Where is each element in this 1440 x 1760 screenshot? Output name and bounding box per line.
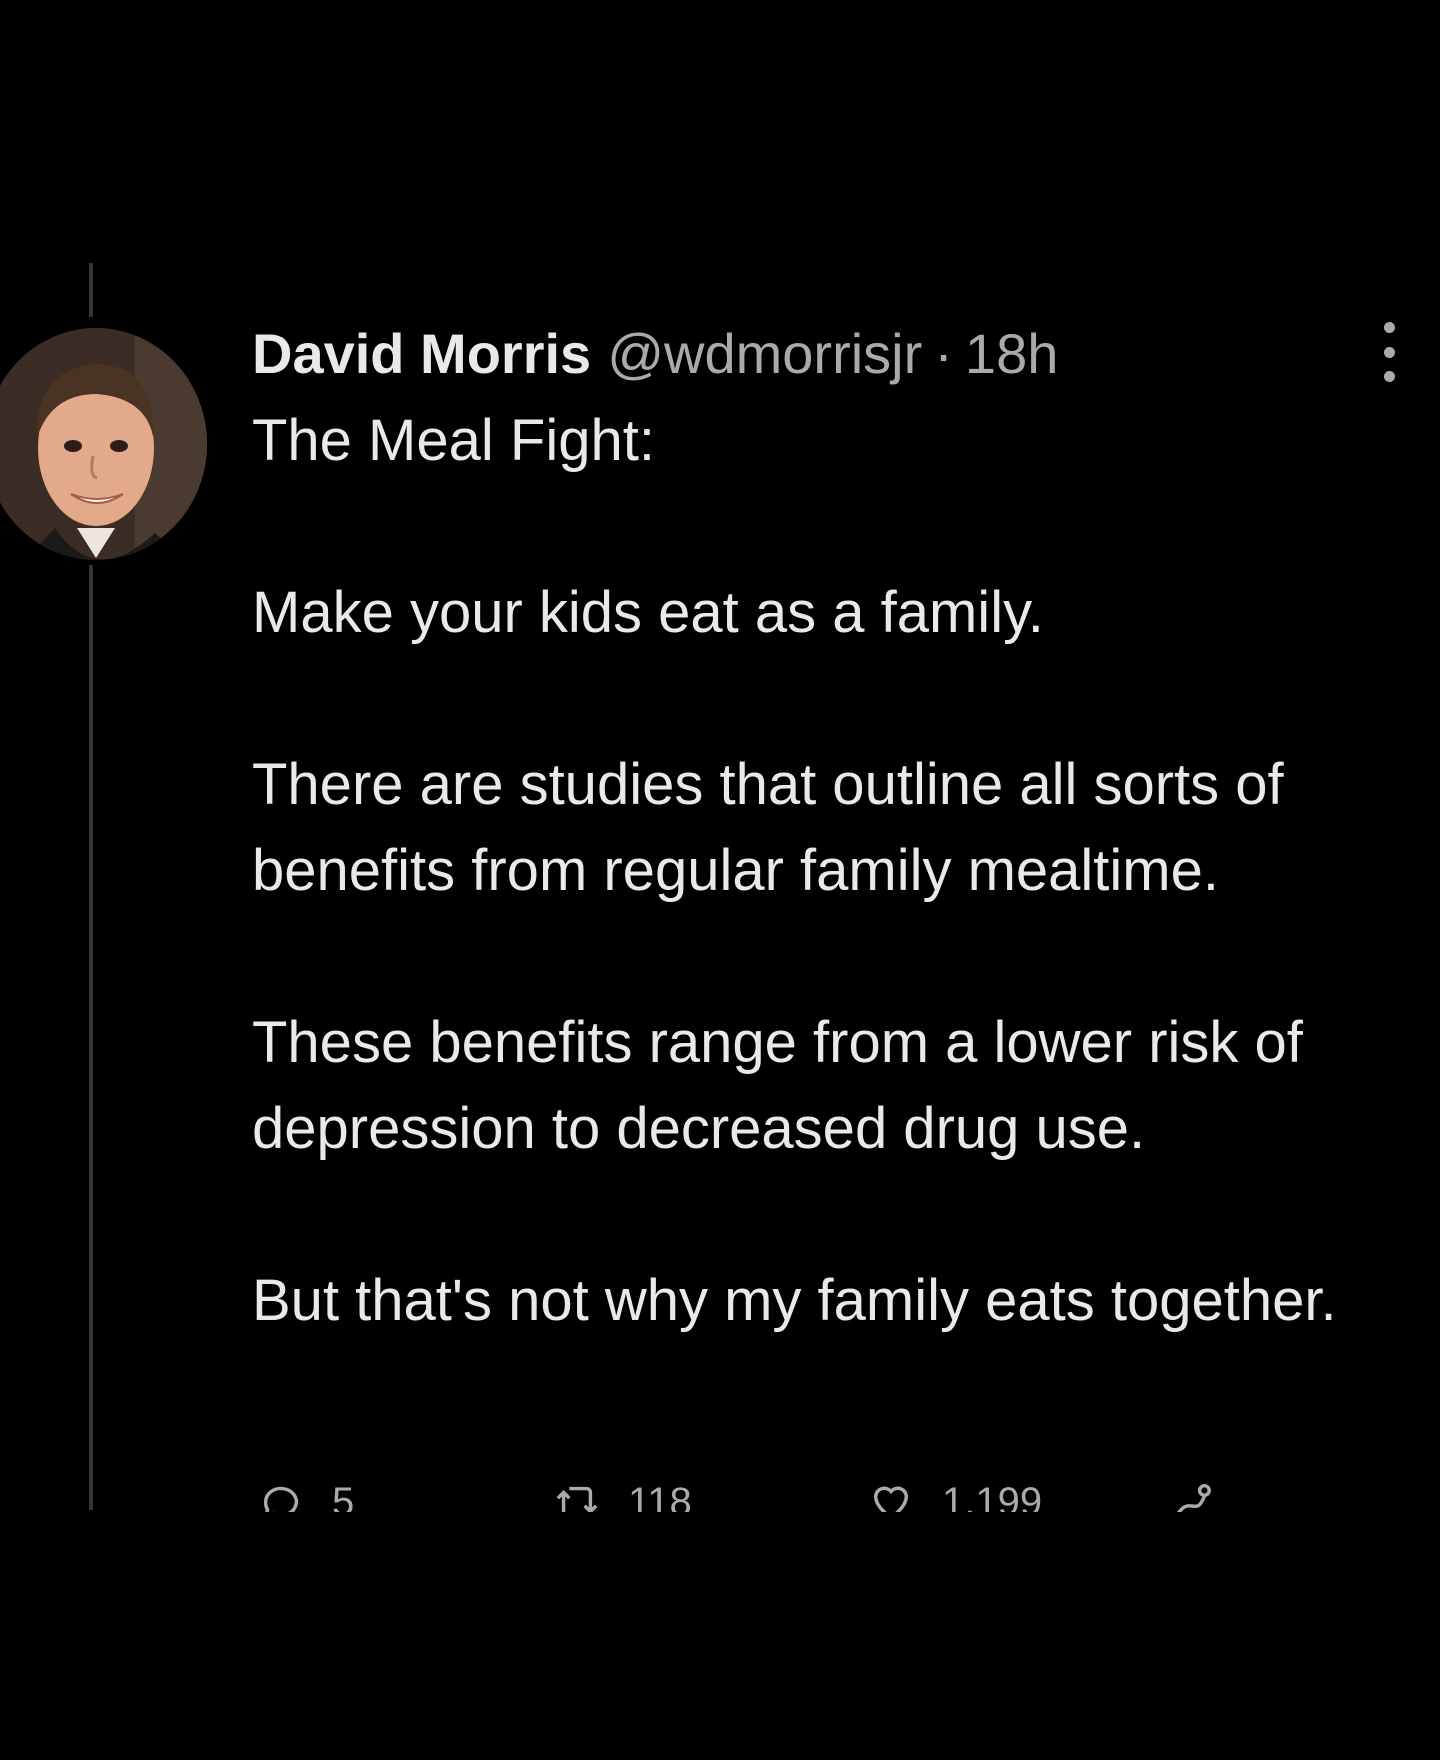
tweet-timestamp[interactable]: 18h: [965, 321, 1058, 386]
retweet-button[interactable]: 118: [554, 1472, 692, 1512]
thread-line-bottom: [89, 565, 93, 1510]
tweet-actions: 5 118 1,199: [258, 1472, 1258, 1512]
heart-icon: [873, 1486, 909, 1512]
tweet-body: The Meal Fight: Make your kids eat as a …: [252, 398, 1422, 1344]
separator-dot: ·: [934, 321, 953, 385]
avatar[interactable]: [0, 328, 207, 560]
retweet-icon: [556, 1486, 598, 1512]
like-button[interactable]: 1,199: [868, 1472, 1042, 1512]
author-handle[interactable]: @wdmorrisjr: [607, 321, 922, 386]
tweet-text-paragraph: Make your kids eat as a family.: [252, 580, 1044, 645]
tweet-header: David Morris @wdmorrisjr · 18h: [252, 318, 1058, 388]
tweet-text-title: The Meal Fight:: [252, 408, 655, 473]
like-count: 1,199: [942, 1479, 1043, 1513]
tweet-text-paragraph: But that's not why my family eats togeth…: [252, 1268, 1337, 1333]
author-name[interactable]: David Morris: [252, 321, 591, 386]
tweet-text-paragraph: These benefits range from a lower risk o…: [252, 1010, 1303, 1161]
avatar-photo: [0, 328, 207, 560]
more-options-icon[interactable]: [1374, 322, 1404, 382]
share-icon: [1176, 1483, 1211, 1512]
thread-line-top: [89, 263, 93, 317]
tweet-text-paragraph: There are studies that outline all sorts…: [252, 752, 1284, 903]
reply-button[interactable]: 5: [258, 1472, 354, 1512]
reply-icon: [263, 1486, 299, 1512]
share-button[interactable]: [1168, 1472, 1214, 1512]
retweet-count: 118: [628, 1479, 692, 1513]
reply-count: 5: [332, 1479, 355, 1513]
